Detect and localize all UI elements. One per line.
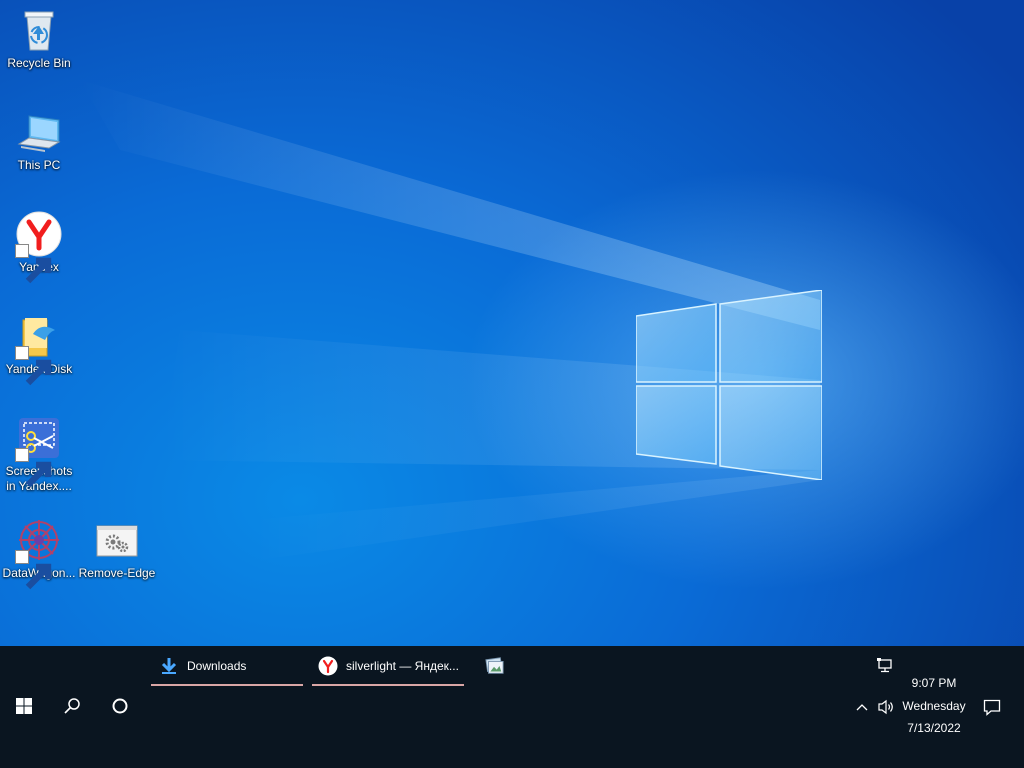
- desktop-icon-recycle-bin[interactable]: Recycle Bin: [0, 6, 78, 71]
- desktop-icon-remove-edge[interactable]: Remove-Edge: [78, 516, 156, 581]
- windows-start-icon: [16, 698, 32, 714]
- network-button[interactable]: [872, 654, 900, 678]
- yandex-disk-folder-icon: [15, 312, 63, 386]
- yandex-browser-icon: [15, 210, 63, 284]
- desktop-icon-yandex-disk[interactable]: Yandex.Disk: [0, 312, 78, 386]
- desktop-icon-label: Remove-Edge: [78, 566, 156, 580]
- active-app-indicator: [151, 684, 303, 686]
- taskbar-app-label: silverlight — Яндек...: [346, 659, 459, 673]
- download-arrow-icon: [159, 656, 179, 676]
- shortcut-arrow-icon: [15, 346, 52, 386]
- windows-wallpaper-logo: [636, 290, 822, 480]
- volume-button[interactable]: [874, 696, 898, 718]
- desktop-icon-screenshots[interactable]: Screenshots in Yandex....: [0, 414, 78, 494]
- desktop-icon-yandex[interactable]: Yandex: [0, 210, 78, 284]
- shortcut-arrow-icon: [15, 244, 52, 284]
- scissors-screenshot-icon: [15, 414, 63, 488]
- shortcut-arrow-icon: [15, 448, 52, 488]
- cortana-button[interactable]: [96, 686, 144, 726]
- taskbar-app-downloads[interactable]: Downloads: [151, 646, 303, 686]
- computer-icon: [15, 108, 63, 156]
- clock-day[interactable]: Wednesday: [896, 699, 972, 713]
- desktop: Recycle Bin This PC Yandex Yandex.Disk S…: [0, 0, 1024, 646]
- show-hidden-icons-button[interactable]: [852, 696, 872, 718]
- shortcut-arrow-icon: [15, 550, 52, 590]
- search-icon: [64, 698, 80, 714]
- taskbar-app-yandex-browser[interactable]: silverlight — Яндек...: [312, 646, 464, 686]
- taskbar: Downloads silverlight — Яндек... 9:07 PM…: [0, 646, 1024, 768]
- datawagon-icon: [15, 516, 63, 590]
- image-viewer-icon: [484, 656, 504, 676]
- desktop-icon-label: This PC: [17, 158, 61, 172]
- active-app-indicator: [312, 684, 464, 686]
- clock-time[interactable]: 9:07 PM: [896, 676, 972, 690]
- action-center-button[interactable]: [978, 694, 1006, 720]
- clock-date[interactable]: 7/13/2022: [896, 721, 972, 735]
- volume-icon: [878, 699, 893, 715]
- desktop-icon-this-pc[interactable]: This PC: [0, 108, 78, 173]
- search-button[interactable]: [48, 686, 96, 726]
- gears-script-icon: [93, 516, 141, 564]
- notification-icon: [983, 699, 1001, 716]
- start-button[interactable]: [0, 686, 48, 726]
- recycle-bin-icon: [15, 6, 63, 54]
- desktop-icon-label: Recycle Bin: [7, 56, 71, 70]
- cortana-circle-icon: [112, 698, 128, 714]
- taskbar-app-label: Downloads: [187, 659, 247, 673]
- chevron-up-icon: [856, 704, 868, 711]
- desktop-icon-datawagon[interactable]: DataWagon...: [0, 516, 78, 590]
- network-icon: [877, 658, 892, 673]
- yandex-browser-icon: [318, 656, 338, 676]
- taskbar-app-image-viewer[interactable]: [476, 646, 512, 686]
